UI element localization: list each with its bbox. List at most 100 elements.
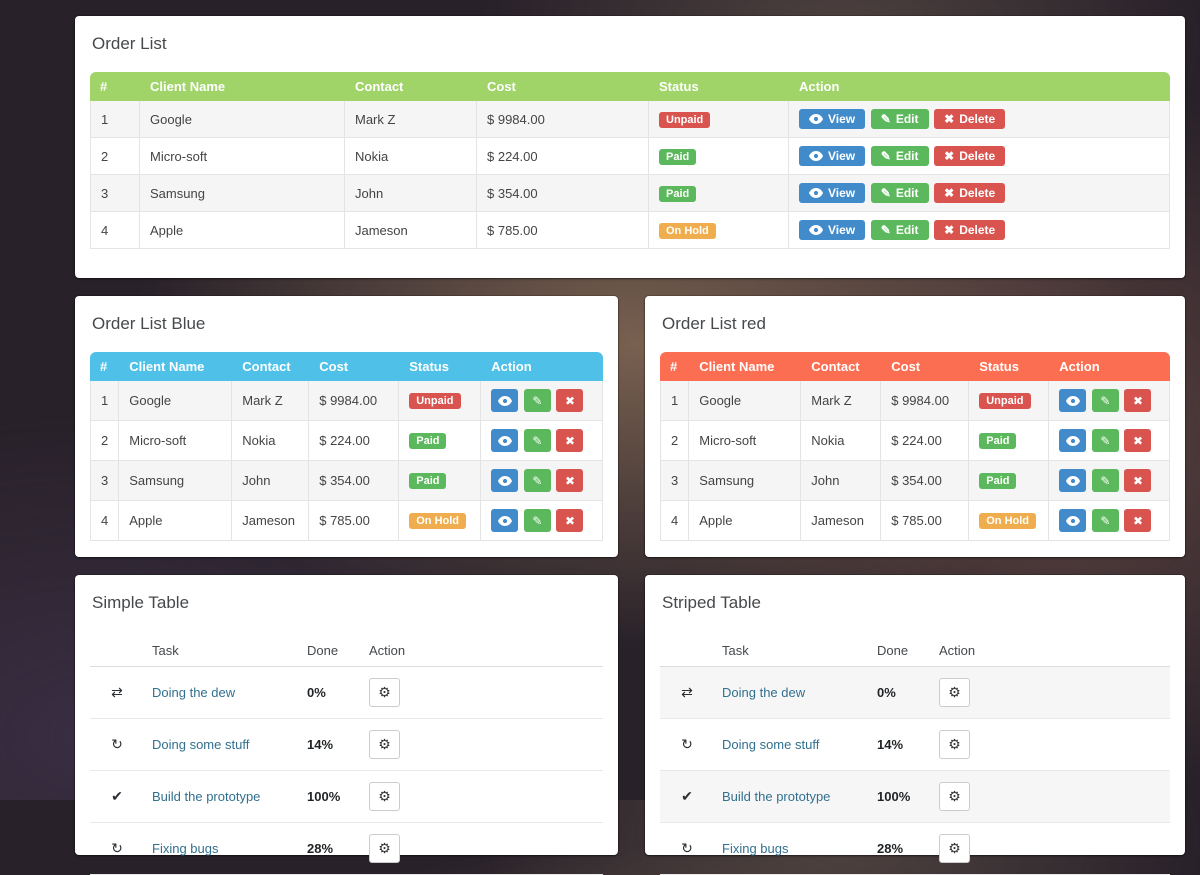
view-button[interactable] xyxy=(1059,429,1086,452)
x-icon: ✖ xyxy=(944,113,954,125)
edit-button[interactable]: ✎ xyxy=(524,509,551,532)
view-button[interactable]: View xyxy=(799,109,865,129)
settings-button[interactable]: ⚙ xyxy=(369,834,400,863)
edit-button[interactable]: ✎ xyxy=(1092,469,1119,492)
edit-button[interactable]: ✎ xyxy=(524,429,551,452)
col-client: Client Name xyxy=(140,72,345,101)
status-badge: Paid xyxy=(979,473,1016,489)
task-link[interactable]: Build the prototype xyxy=(152,789,260,804)
view-button[interactable] xyxy=(491,429,518,452)
eye-icon xyxy=(498,516,512,526)
x-icon: ✖ xyxy=(1133,515,1143,527)
edit-button[interactable]: ✎ xyxy=(1092,429,1119,452)
view-button[interactable]: View xyxy=(799,183,865,203)
table-row: 2 Micro-soft Nokia $ 224.00 Paid ✎ xyxy=(660,421,1170,461)
task-link[interactable]: Fixing bugs xyxy=(722,841,788,856)
view-button[interactable] xyxy=(491,469,518,492)
striped-table: Task Done Action ⇄ Doing the dew 0% ⚙ xyxy=(660,637,1170,875)
edit-button[interactable]: ✎ Edit xyxy=(871,183,929,203)
task-link[interactable]: Doing the dew xyxy=(722,685,805,700)
eye-icon xyxy=(809,188,823,198)
delete-button[interactable]: ✖ Delete xyxy=(934,146,1005,166)
edit-button[interactable]: ✎ xyxy=(1092,389,1119,412)
pencil-icon: ✎ xyxy=(1100,435,1110,447)
check-icon: ✔ xyxy=(681,788,693,804)
x-icon: ✖ xyxy=(565,475,575,487)
status-badge: Paid xyxy=(659,149,696,165)
settings-button[interactable]: ⚙ xyxy=(369,678,400,707)
settings-button[interactable]: ⚙ xyxy=(939,678,970,707)
delete-button[interactable]: ✖ xyxy=(1124,429,1151,452)
table-row: 1 Google Mark Z $ 9984.00 Unpaid ✎ xyxy=(660,381,1170,421)
col-status: Status xyxy=(969,352,1049,381)
eye-icon xyxy=(498,436,512,446)
page-title: Order List Blue xyxy=(92,314,603,334)
table-header-row: Task Done Action xyxy=(660,637,1170,667)
settings-button[interactable]: ⚙ xyxy=(939,782,970,811)
row-number: 2 xyxy=(90,421,119,461)
view-button[interactable] xyxy=(491,509,518,532)
refresh-icon: ↻ xyxy=(681,840,693,856)
task-link[interactable]: Doing some stuff xyxy=(152,737,249,752)
row-number: 4 xyxy=(90,501,119,541)
edit-button[interactable]: ✎ Edit xyxy=(871,220,929,240)
table-row: 4 Apple Jameson $ 785.00 On Hold ✎ xyxy=(660,501,1170,541)
view-button[interactable]: View xyxy=(799,220,865,240)
table-row: ✔ Build the prototype 100% ⚙ xyxy=(660,771,1170,823)
settings-button[interactable]: ⚙ xyxy=(939,834,970,863)
cost-value: $ 785.00 xyxy=(309,501,399,541)
delete-button[interactable]: ✖ Delete xyxy=(934,220,1005,240)
pencil-icon: ✎ xyxy=(532,475,542,487)
settings-button[interactable]: ⚙ xyxy=(369,782,400,811)
delete-button[interactable]: ✖ xyxy=(1124,469,1151,492)
delete-button[interactable]: ✖ Delete xyxy=(934,109,1005,129)
eye-icon xyxy=(809,151,823,161)
delete-button[interactable]: ✖ xyxy=(556,389,583,412)
x-icon: ✖ xyxy=(565,435,575,447)
edit-button[interactable]: ✎ Edit xyxy=(871,109,929,129)
contact-name: Mark Z xyxy=(232,381,309,421)
col-cost: Cost xyxy=(477,72,649,101)
delete-button[interactable]: ✖ xyxy=(1124,509,1151,532)
contact-name: John xyxy=(232,461,309,501)
order-list-blue-table: # Client Name Contact Cost Status Action… xyxy=(90,352,603,541)
delete-button[interactable]: ✖ xyxy=(556,469,583,492)
edit-button[interactable]: ✎ Edit xyxy=(871,146,929,166)
task-link[interactable]: Build the prototype xyxy=(722,789,830,804)
refresh-icon: ↻ xyxy=(681,736,693,752)
col-status: Status xyxy=(649,72,789,101)
view-button[interactable] xyxy=(1059,469,1086,492)
table-row: 4 Apple Jameson $ 785.00 On Hold ✎ xyxy=(90,501,603,541)
delete-button[interactable]: ✖ xyxy=(1124,389,1151,412)
row-number: 2 xyxy=(90,138,140,175)
status-badge: Paid xyxy=(979,433,1016,449)
pencil-icon: ✎ xyxy=(1100,475,1110,487)
view-button[interactable]: View xyxy=(799,146,865,166)
task-link[interactable]: Doing some stuff xyxy=(722,737,819,752)
order-list-table: # Client Name Contact Cost Status Action… xyxy=(90,72,1170,249)
view-button[interactable] xyxy=(1059,509,1086,532)
table-row: 2 Micro-soft Nokia $ 224.00 Paid View ✎ xyxy=(90,138,1170,175)
x-icon: ✖ xyxy=(944,187,954,199)
cost-value: $ 9984.00 xyxy=(309,381,399,421)
col-cost: Cost xyxy=(309,352,399,381)
table-row: ↻ Fixing bugs 28% ⚙ xyxy=(90,823,603,875)
edit-button[interactable]: ✎ xyxy=(524,469,551,492)
view-button[interactable] xyxy=(491,389,518,412)
edit-button[interactable]: ✎ xyxy=(1092,509,1119,532)
view-button[interactable] xyxy=(1059,389,1086,412)
pencil-icon: ✎ xyxy=(881,187,891,199)
cost-value: $ 9984.00 xyxy=(881,381,969,421)
pencil-icon: ✎ xyxy=(532,435,542,447)
gear-icon: ⚙ xyxy=(948,684,961,701)
delete-button[interactable]: ✖ Delete xyxy=(934,183,1005,203)
edit-button[interactable]: ✎ xyxy=(524,389,551,412)
settings-button[interactable]: ⚙ xyxy=(369,730,400,759)
task-link[interactable]: Fixing bugs xyxy=(152,841,218,856)
delete-button[interactable]: ✖ xyxy=(556,429,583,452)
task-link[interactable]: Doing the dew xyxy=(152,685,235,700)
eye-icon xyxy=(1066,476,1080,486)
settings-button[interactable]: ⚙ xyxy=(939,730,970,759)
exchange-icon: ⇄ xyxy=(111,684,123,700)
delete-button[interactable]: ✖ xyxy=(556,509,583,532)
